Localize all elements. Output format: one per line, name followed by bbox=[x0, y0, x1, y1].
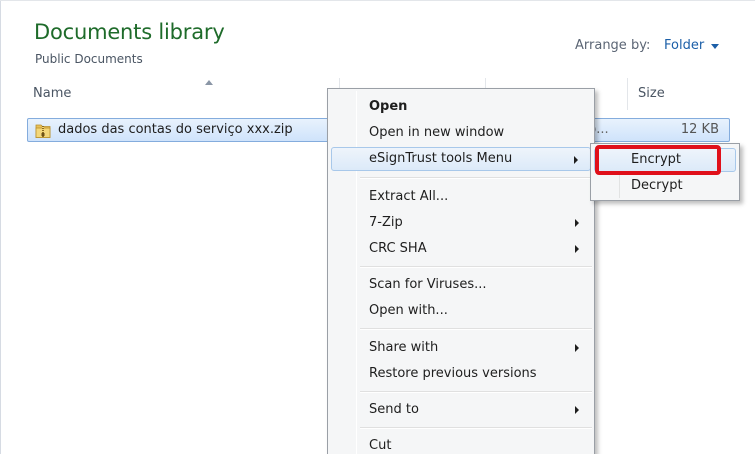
arrange-by-label: Arrange by: bbox=[575, 38, 651, 53]
arrange-by-dropdown[interactable]: Folder bbox=[664, 38, 704, 53]
menu-item-esigntrust-tools[interactable]: eSignTrust tools Menu bbox=[331, 147, 591, 171]
menu-item-share-with-label: Share with bbox=[369, 340, 439, 355]
zip-folder-icon bbox=[35, 124, 51, 138]
chevron-down-icon[interactable] bbox=[711, 44, 719, 49]
chevron-right-icon bbox=[575, 219, 579, 227]
menu-item-share-with[interactable]: Share with bbox=[331, 336, 591, 360]
context-menu: Open Open in new window eSignTrust tools… bbox=[327, 88, 595, 454]
chevron-right-icon bbox=[575, 344, 579, 352]
menu-item-extract-all[interactable]: Extract All... bbox=[331, 185, 591, 209]
menu-item-crc-sha-label: CRC SHA bbox=[369, 241, 427, 256]
menu-item-send-to-label: Send to bbox=[369, 402, 419, 417]
menu-item-crc-sha[interactable]: CRC SHA bbox=[331, 237, 591, 261]
library-subtitle[interactable]: Public Documents bbox=[35, 52, 143, 66]
sort-ascending-icon bbox=[205, 80, 213, 85]
column-header-size[interactable]: Size bbox=[627, 78, 755, 110]
column-header-name[interactable]: Name bbox=[27, 78, 339, 110]
menu-item-open-new-window[interactable]: Open in new window bbox=[331, 121, 591, 145]
column-header-name-label: Name bbox=[33, 86, 72, 101]
menu-item-cut[interactable]: Cut bbox=[331, 434, 591, 454]
menu-separator bbox=[360, 391, 592, 393]
menu-item-send-to[interactable]: Send to bbox=[331, 398, 591, 422]
file-size: 12 KB bbox=[680, 122, 719, 137]
file-name: dados das contas do serviço xxx.zip bbox=[58, 122, 293, 137]
library-header: Documents library Public Documents Arran… bbox=[0, 0, 755, 78]
chevron-right-icon bbox=[575, 245, 579, 253]
menu-separator bbox=[360, 427, 592, 429]
menu-item-open[interactable]: Open bbox=[331, 95, 591, 119]
menu-item-7zip[interactable]: 7-Zip bbox=[331, 211, 591, 235]
highlight-annotation-box bbox=[595, 145, 721, 175]
menu-item-7zip-label: 7-Zip bbox=[369, 215, 403, 230]
menu-separator bbox=[360, 177, 592, 179]
submenu-item-decrypt[interactable]: Decrypt bbox=[594, 174, 736, 198]
menu-item-scan-viruses[interactable]: Scan for Viruses... bbox=[331, 273, 591, 297]
menu-separator bbox=[360, 328, 592, 330]
menu-item-esigntrust-label: eSignTrust tools Menu bbox=[369, 151, 513, 166]
menu-item-restore-previous[interactable]: Restore previous versions bbox=[331, 362, 591, 386]
chevron-right-icon bbox=[574, 156, 578, 164]
menu-item-open-with[interactable]: Open with... bbox=[331, 299, 591, 323]
chevron-right-icon bbox=[575, 406, 579, 414]
library-title: Documents library bbox=[34, 20, 225, 44]
menu-separator bbox=[360, 266, 592, 268]
